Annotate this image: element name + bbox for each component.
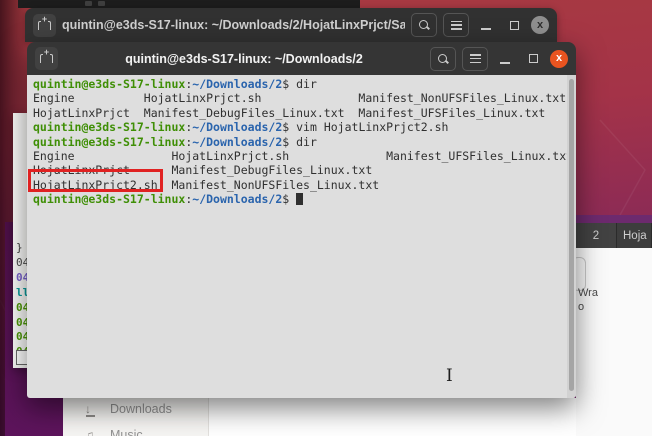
sidebar-item-downloads[interactable]: ↓ Downloads: [85, 402, 172, 416]
terminal-text: Engine HojatLinxPrjct.sh Manifest_UFSFil…: [33, 149, 573, 163]
tiny-window-glyph: [85, 1, 92, 6]
menu-button[interactable]: [443, 13, 469, 37]
editor-header-strip: [576, 215, 652, 223]
terminal-block-cursor: [296, 193, 303, 205]
file-manager-window[interactable]: ↓ Downloads ♫ Music: [63, 398, 576, 436]
minimize-button[interactable]: [475, 13, 497, 37]
scrollbar-thumb[interactable]: [569, 79, 574, 391]
minimize-button[interactable]: [494, 47, 516, 71]
maximize-button[interactable]: [522, 47, 544, 71]
close-button[interactable]: x: [531, 16, 549, 34]
terminal-line: quintin@e3ds-S17-linux:~/Downloads/2$ di…: [33, 77, 573, 91]
terminal-text: quintin@e3ds-S17-linux: [33, 77, 185, 91]
terminal-text: $ dir: [282, 135, 317, 149]
tiny-window-glyph: [98, 1, 105, 6]
editor-tabbar: 2Hoja: [576, 223, 652, 248]
terminal-line: quintin@e3ds-S17-linux:~/Downloads/2$ di…: [33, 135, 573, 149]
terminal-text: $: [282, 192, 296, 206]
menu-button[interactable]: [462, 47, 488, 71]
terminal-line: quintin@e3ds-S17-linux:~/Downloads/2$ vi…: [33, 120, 573, 134]
new-tab-button[interactable]: +: [33, 14, 56, 37]
window-title: quintin@e3ds-S17-linux: ~/Downloads/2/Ho…: [62, 18, 405, 32]
text-cursor-pointer: [446, 367, 455, 385]
terminal-text: ~/Downloads/2: [192, 77, 282, 91]
minimize-icon: [481, 28, 491, 30]
search-button[interactable]: [430, 47, 456, 71]
terminal-text: quintin@e3ds-S17-linux: [33, 135, 185, 149]
sidebar-item-music[interactable]: ♫ Music: [85, 428, 143, 436]
music-icon: ♫: [85, 429, 98, 436]
terminal-text: HojatLinxPrjct Manifest_DebugFiles_Linux…: [33, 106, 545, 120]
editor-tab-hoja[interactable]: Hoja: [617, 223, 652, 248]
terminal-text: quintin@e3ds-S17-linux: [33, 120, 185, 134]
maximize-button[interactable]: [503, 13, 525, 37]
terminal-text: Engine HojatLinxPrjct.sh Manifest_NonUFS…: [33, 91, 566, 105]
terminal-text: quintin@e3ds-S17-linux: [33, 192, 185, 206]
search-icon: [418, 19, 430, 31]
minimize-icon: [500, 62, 510, 64]
clipped-top-window-edge: [18, 0, 360, 8]
plus-icon: +: [41, 16, 48, 23]
close-button[interactable]: x: [550, 50, 568, 68]
search-button[interactable]: [411, 13, 437, 37]
background-terminal-titlebar[interactable]: + quintin@e3ds-S17-linux: ~/Downloads/2/…: [25, 8, 557, 42]
terminal-scrollbar[interactable]: [567, 75, 576, 398]
search-icon: [437, 53, 449, 65]
hamburger-icon: [470, 54, 481, 63]
sidebar-item-label: Music: [110, 428, 143, 436]
sidebar-item-label: Downloads: [110, 402, 172, 416]
maximize-icon: [529, 54, 538, 63]
download-icon: ↓: [85, 403, 98, 416]
plus-icon: +: [43, 49, 50, 56]
editor-tab-2[interactable]: 2: [576, 223, 617, 248]
terminal-window[interactable]: + quintin@e3ds-S17-linux: ~/Downloads/2 …: [27, 42, 576, 398]
terminal-line: Engine HojatLinxPrjct.sh Manifest_UFSFil…: [33, 149, 573, 163]
background-tabbed-editor[interactable]: 2Hoja Wra o: [576, 215, 652, 436]
terminal-titlebar[interactable]: + quintin@e3ds-S17-linux: ~/Downloads/2 …: [27, 42, 576, 75]
terminal-text: $ vim HojatLinxPrjct2.sh: [282, 120, 448, 134]
terminal-line: quintin@e3ds-S17-linux:~/Downloads/2$: [33, 192, 573, 206]
terminal-line: HojatLinxPrjct Manifest_DebugFiles_Linux…: [33, 106, 573, 120]
clipped-text: o: [578, 301, 584, 313]
terminal-text: ~/Downloads/2: [192, 135, 282, 149]
clipped-text: Wra: [578, 287, 598, 299]
terminal-text: $ dir: [282, 77, 317, 91]
new-tab-button[interactable]: +: [35, 47, 58, 70]
file-manager-sidebar: ↓ Downloads ♫ Music: [63, 398, 209, 436]
terminal-text: ~/Downloads/2: [192, 120, 282, 134]
terminal-body[interactable]: quintin@e3ds-S17-linux:~/Downloads/2$ di…: [27, 75, 576, 398]
maximize-icon: [510, 21, 519, 30]
desktop: + quintin@e3ds-S17-linux: ~/Downloads/2/…: [0, 0, 652, 436]
hamburger-icon: [451, 21, 462, 30]
terminal-line: Engine HojatLinxPrjct.sh Manifest_NonUFS…: [33, 91, 573, 105]
terminal-text: ~/Downloads/2: [192, 192, 282, 206]
annotation-highlight-box: [28, 169, 163, 192]
window-title: quintin@e3ds-S17-linux: ~/Downloads/2: [64, 52, 424, 66]
